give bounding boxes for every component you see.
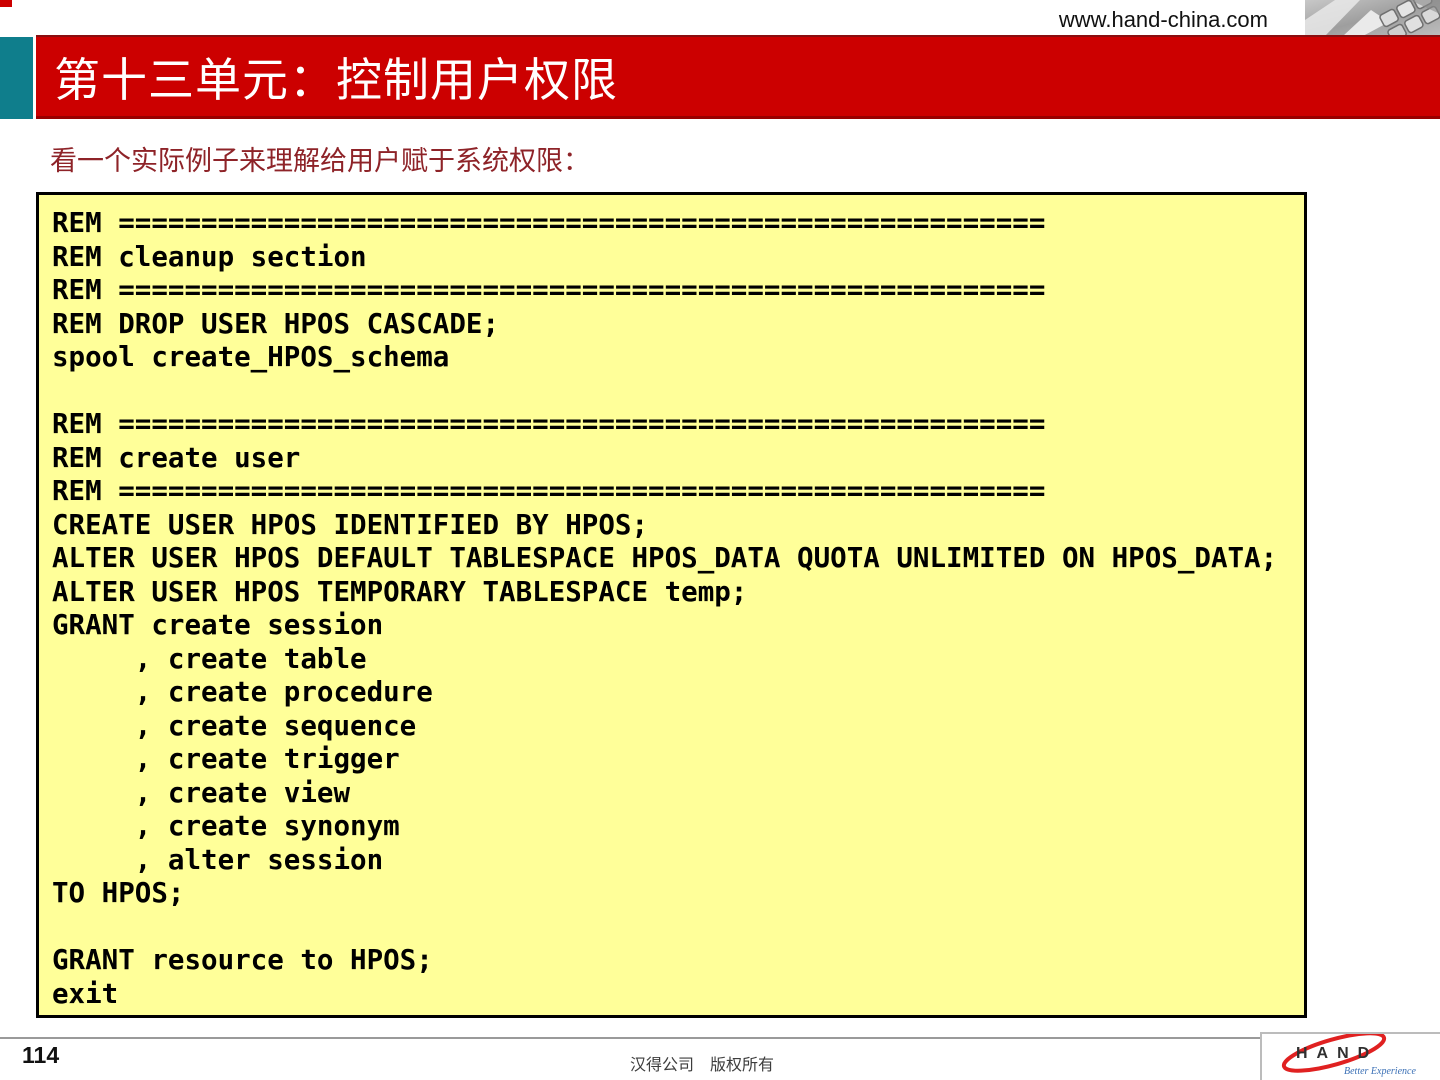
logo-wordmark: HAND <box>1296 1045 1378 1062</box>
sql-code-box: REM ====================================… <box>36 192 1307 1018</box>
subtitle-text: 看一个实际例子来理解给用户赋于系统权限： <box>50 146 590 176</box>
slide: www.hand-china.com 第十三单元：控制用户权限 看一个实际例子来… <box>0 0 1440 1080</box>
teal-accent-square <box>0 37 33 119</box>
page-title: 第十三单元：控制用户权限 <box>54 53 618 106</box>
copyright-text: 汉得公司 版权所有 <box>630 1057 775 1074</box>
keyboard-photo-icon <box>1305 0 1440 43</box>
page-number: 114 <box>22 1042 60 1068</box>
hand-logo-icon: HAND Better Experience <box>1281 1031 1416 1077</box>
code-text: REM ====================================… <box>52 207 1278 1010</box>
footer-divider <box>0 1037 1262 1039</box>
logo-tagline: Better Experience <box>1344 1066 1416 1077</box>
title-banner: 第十三单元：控制用户权限 <box>36 35 1440 119</box>
corner-accent-square <box>0 0 12 7</box>
hand-logo-box: HAND Better Experience <box>1260 1031 1440 1080</box>
website-url: www.hand-china.com <box>1058 7 1268 32</box>
